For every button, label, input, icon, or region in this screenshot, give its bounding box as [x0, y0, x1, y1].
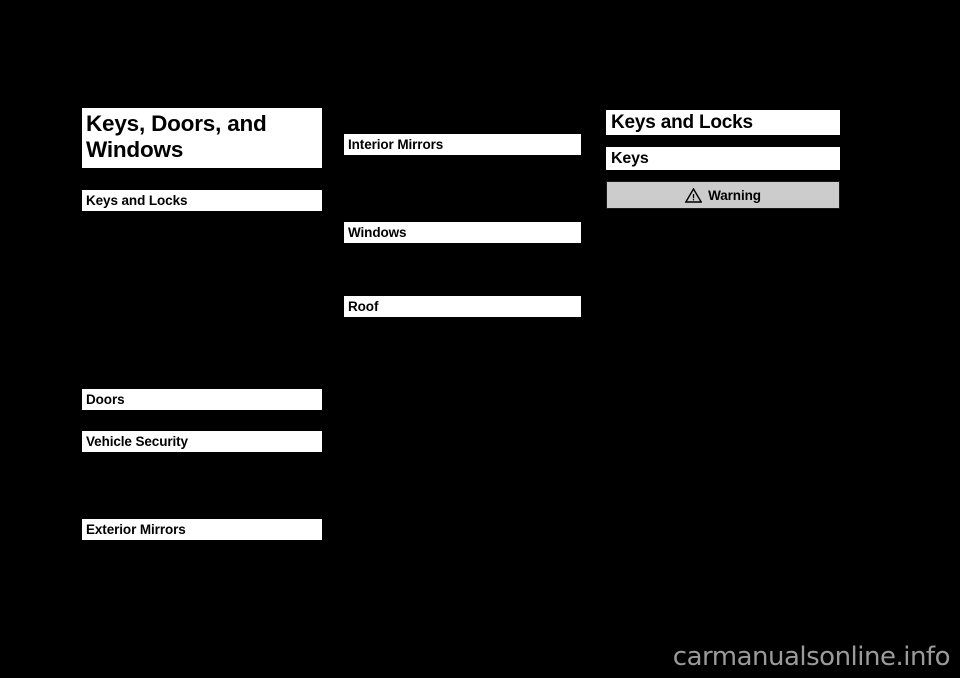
chapter-title-line-2: Windows	[86, 137, 184, 162]
warning-label: Warning	[708, 187, 761, 203]
section-heading-windows[interactable]: Windows	[344, 222, 581, 243]
manual-page: Keys, Doors, and Windows Keys and Locks …	[0, 0, 960, 678]
section-heading-interior-mirrors[interactable]: Interior Mirrors	[344, 134, 581, 155]
site-watermark: carmanualsonline.info	[672, 642, 951, 672]
section-heading-label: Vehicle Security	[86, 434, 188, 449]
chapter-title-line-1: Keys, Doors, and	[86, 111, 267, 136]
subsection-title-keys: Keys	[606, 147, 840, 170]
section-heading-doors[interactable]: Doors	[82, 389, 322, 410]
warning-callout: Warning	[606, 181, 840, 209]
chapter-title: Keys, Doors, and Windows	[82, 108, 322, 168]
page-title: Keys and Locks	[606, 110, 840, 135]
section-heading-vehicle-security[interactable]: Vehicle Security	[82, 431, 322, 452]
section-heading-label: Exterior Mirrors	[86, 522, 186, 537]
section-heading-label: Keys and Locks	[86, 193, 188, 208]
section-heading-roof[interactable]: Roof	[344, 296, 581, 317]
warning-triangle-icon	[684, 187, 703, 203]
page-title-label: Keys and Locks	[611, 111, 753, 133]
section-heading-label: Interior Mirrors	[348, 137, 444, 152]
subsection-title-label: Keys	[611, 149, 649, 167]
section-heading-label: Roof	[348, 299, 379, 314]
section-heading-label: Doors	[86, 392, 125, 407]
section-heading-exterior-mirrors[interactable]: Exterior Mirrors	[82, 519, 322, 540]
section-heading-keys-and-locks[interactable]: Keys and Locks	[82, 190, 322, 211]
section-heading-label: Windows	[348, 225, 407, 240]
